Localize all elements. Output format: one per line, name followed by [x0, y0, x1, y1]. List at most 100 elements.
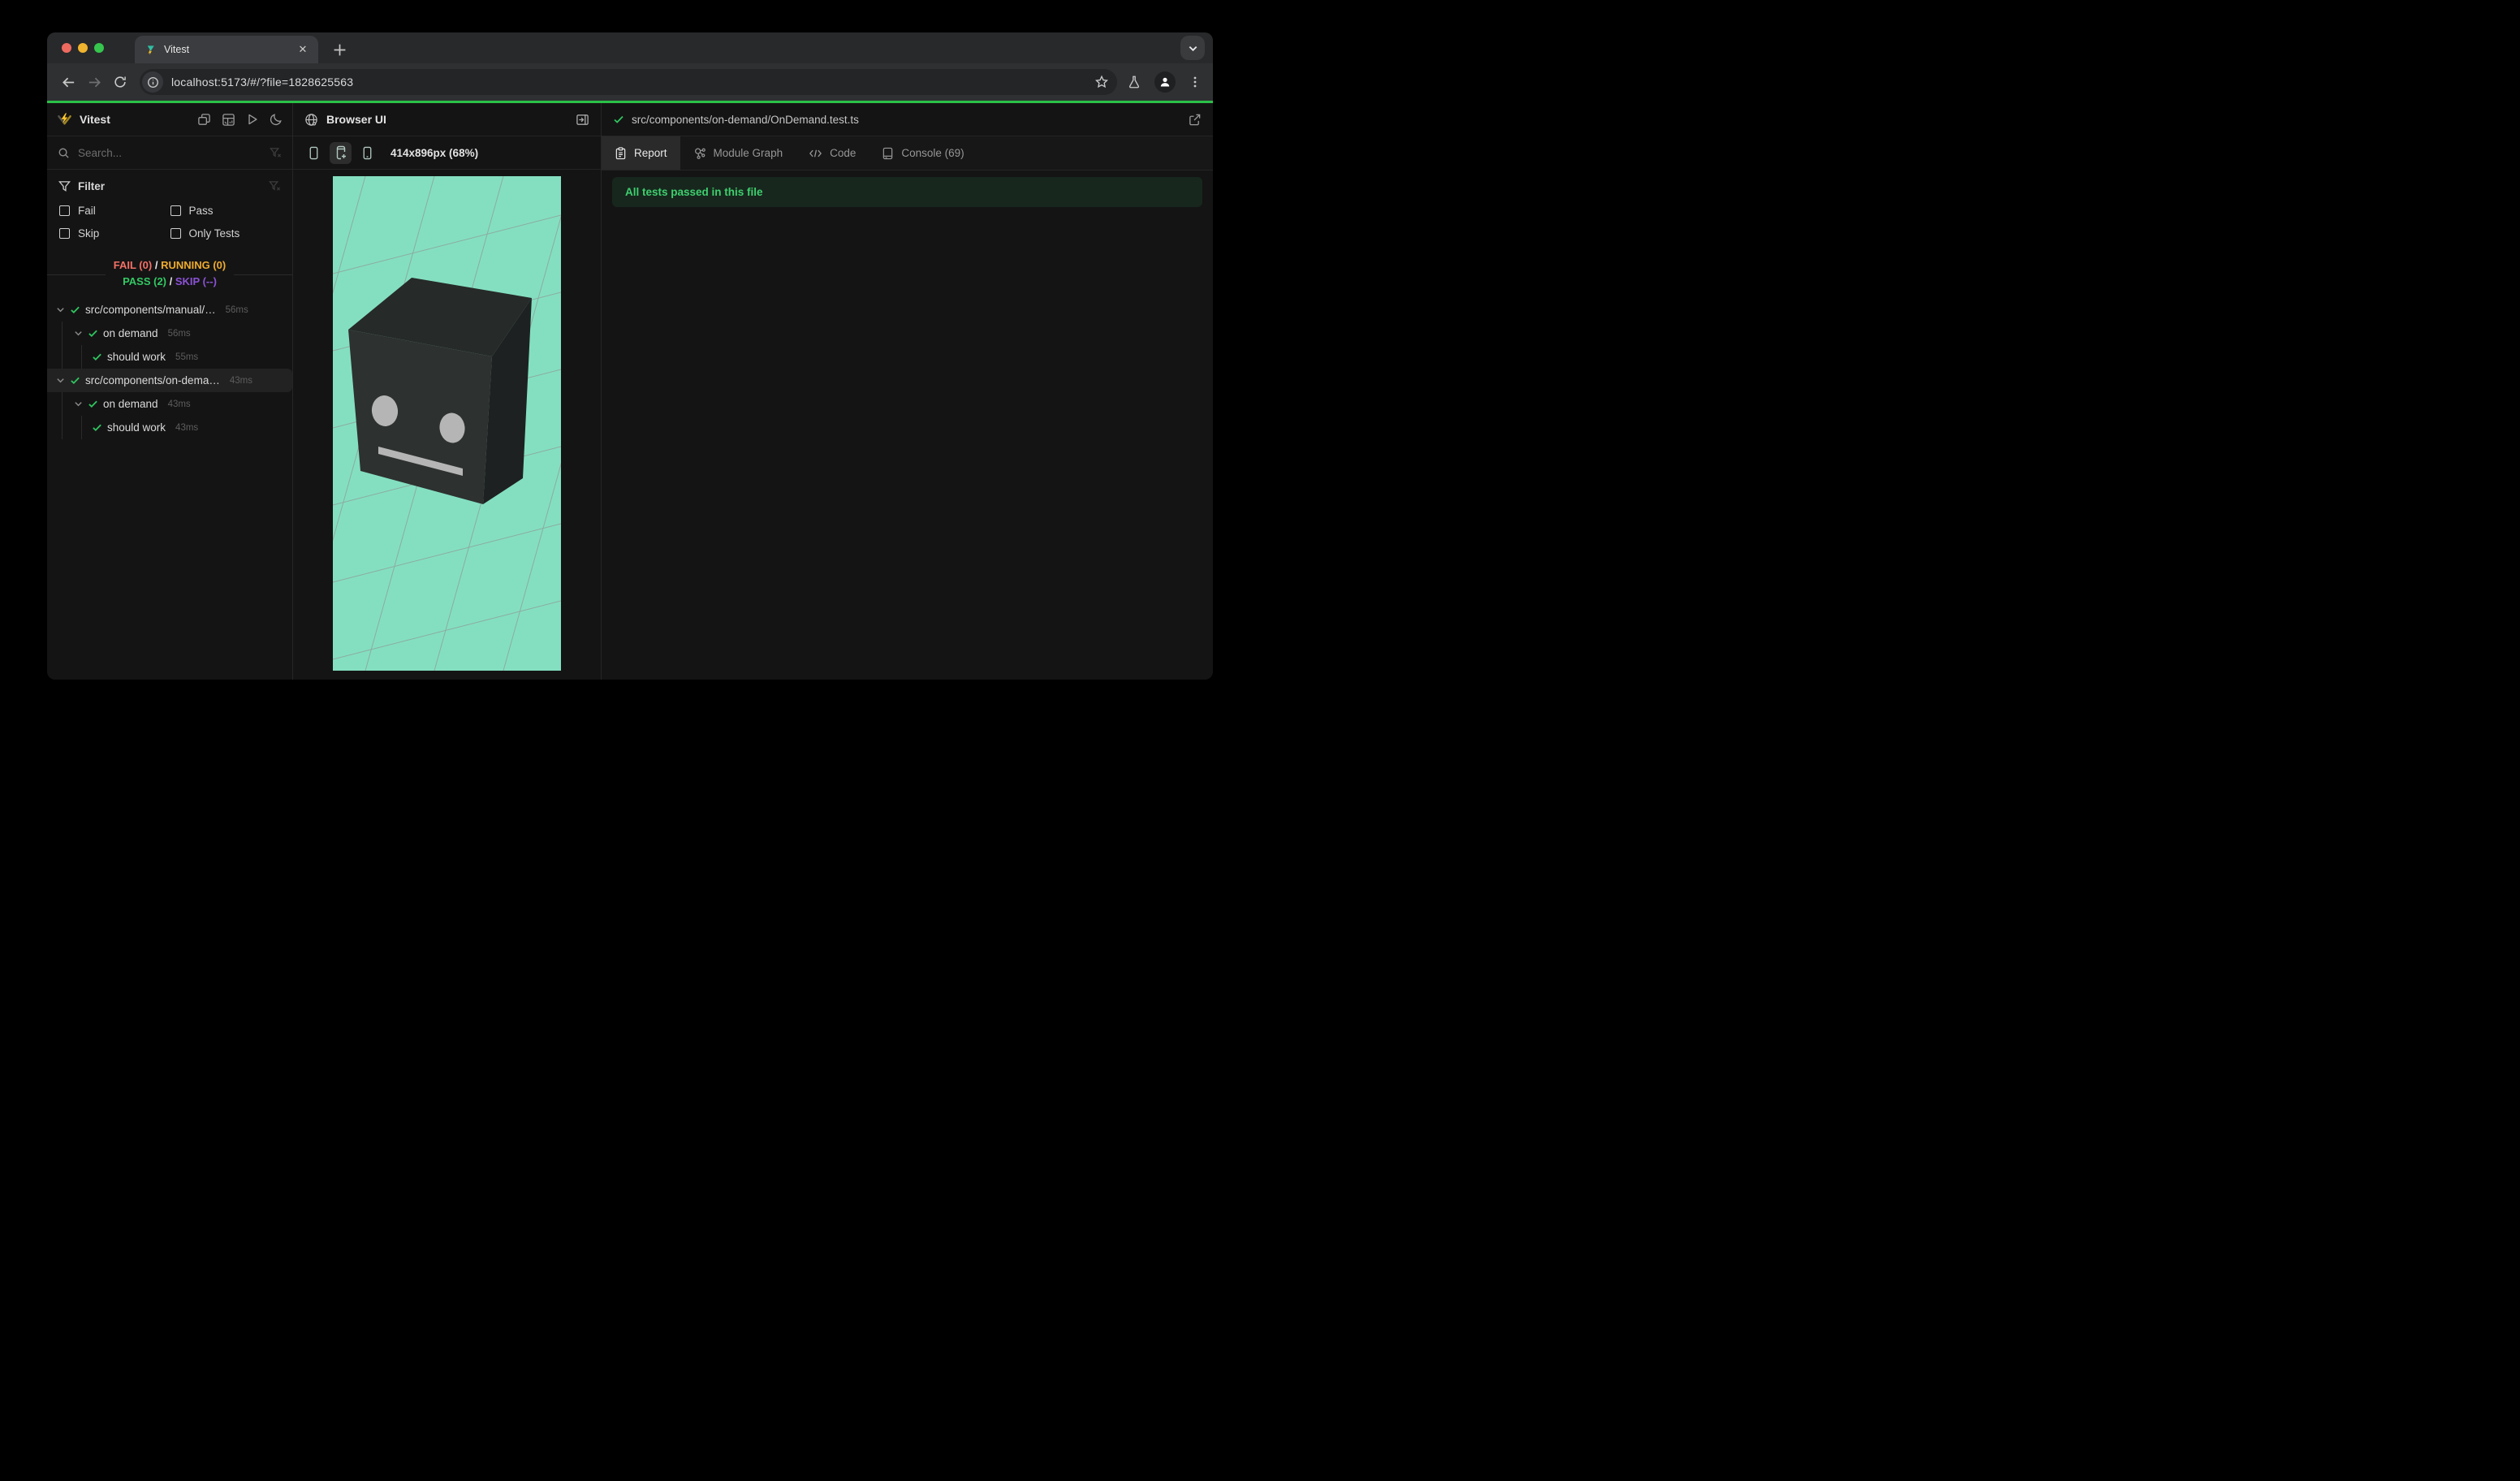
tab-report[interactable]: Report [602, 136, 680, 170]
pass-check-icon [92, 422, 102, 433]
app-title: Vitest [80, 113, 110, 126]
tab-search-chevron-button[interactable] [1180, 36, 1205, 60]
tree-test-row[interactable]: should work 43ms [47, 416, 292, 439]
forward-icon[interactable] [81, 69, 107, 95]
address-bar[interactable]: localhost:5173/#/?file=1828625563 [140, 69, 1117, 95]
globe-icon [304, 113, 318, 127]
duration-label: 43ms [229, 375, 252, 386]
search-bar [47, 136, 292, 170]
browser-ui-header: Browser UI [293, 103, 601, 136]
report-tabs: Report Module Graph Code Console (69) [602, 136, 1213, 171]
code-icon [809, 148, 822, 159]
all-tests-passed-banner: All tests passed in this file [612, 177, 1202, 207]
url-text[interactable]: localhost:5173/#/?file=1828625563 [171, 76, 1094, 89]
test-summary: FAIL (0) / RUNNING (0) PASS (2) / SKIP (… [47, 257, 292, 293]
reload-icon[interactable] [107, 69, 133, 95]
browser-ui-title: Browser UI [326, 113, 386, 126]
tab-console[interactable]: Console (69) [869, 136, 977, 170]
bookmark-star-icon[interactable] [1094, 75, 1109, 89]
robot-cube [348, 278, 532, 504]
clear-filter-icon[interactable] [270, 147, 282, 159]
pass-check-icon [613, 114, 624, 125]
dock-panel-right-icon[interactable] [576, 113, 589, 127]
browser-tab[interactable]: Vitest ✕ [135, 36, 318, 63]
profile-avatar[interactable] [1154, 71, 1176, 93]
back-icon[interactable] [55, 69, 81, 95]
duration-label: 43ms [167, 399, 191, 409]
viewport-size-label: 414x896px (68%) [391, 146, 479, 159]
tree-file-row[interactable]: src/components/manual/… 56ms [47, 298, 292, 322]
console-icon [882, 147, 894, 160]
indent-guide [62, 416, 63, 439]
filter-section: Filter Fail Pass Skip Only Tests [47, 170, 292, 246]
browser-menu-kebab-icon[interactable] [1189, 76, 1202, 89]
chevron-down-icon[interactable] [56, 376, 65, 385]
file-path: src/components/on-demand/OnDemand.test.t… [632, 113, 859, 126]
test-tree: src/components/manual/… 56ms on demand 5… [47, 293, 292, 680]
collapse-panels-icon[interactable] [197, 113, 211, 127]
dark-mode-moon-icon[interactable] [270, 113, 283, 126]
tab-code[interactable]: Code [796, 136, 869, 170]
pass-check-icon [92, 352, 102, 362]
vitest-sidebar: Vitest Search... Filter Fail Pass Skip O… [47, 103, 293, 680]
pass-check-icon [70, 304, 80, 315]
file-path-header: src/components/on-demand/OnDemand.test.t… [602, 103, 1213, 136]
tab-strip: Vitest ✕ [47, 32, 1213, 63]
new-tab-button[interactable] [328, 38, 351, 61]
indent-guide [81, 345, 82, 369]
duration-label: 56ms [167, 328, 191, 339]
duration-label: 55ms [175, 352, 199, 362]
sidebar-header: Vitest [47, 103, 292, 136]
fail-checkbox[interactable] [59, 205, 70, 216]
tree-suite-row[interactable]: on demand 43ms [47, 392, 292, 416]
search-input[interactable] [78, 146, 261, 159]
filter-option-fail[interactable]: Fail [59, 205, 170, 217]
report-panel: src/components/on-demand/OnDemand.test.t… [602, 103, 1213, 680]
chevron-down-icon[interactable] [56, 305, 65, 314]
mobile-device-icon[interactable] [303, 142, 325, 164]
tab-close-icon[interactable]: ✕ [296, 42, 310, 57]
module-graph-icon [693, 147, 706, 160]
summary-line-1: FAIL (0) / RUNNING (0) [113, 259, 227, 271]
vitest-logo-icon [57, 112, 72, 127]
open-external-icon[interactable] [1188, 113, 1202, 127]
pass-check-icon [70, 375, 80, 386]
run-all-play-icon[interactable] [246, 113, 259, 126]
clear-filter-icon[interactable] [269, 180, 281, 192]
pass-check-icon [88, 328, 98, 339]
tree-file-row-selected[interactable]: src/components/on-dema… 43ms [47, 369, 292, 392]
filter-option-skip[interactable]: Skip [59, 227, 170, 240]
indent-guide [62, 392, 63, 416]
only-tests-checkbox[interactable] [170, 228, 181, 239]
skip-checkbox[interactable] [59, 228, 70, 239]
tree-test-row[interactable]: should work 55ms [47, 345, 292, 369]
indent-guide [62, 322, 63, 345]
close-window-button[interactable] [62, 43, 71, 53]
chevron-down-icon[interactable] [74, 329, 83, 338]
traffic-lights [47, 32, 115, 63]
vitest-favicon-icon [145, 44, 157, 56]
duration-label: 43ms [175, 422, 199, 433]
minimize-window-button[interactable] [78, 43, 88, 53]
filter-option-pass[interactable]: Pass [170, 205, 282, 217]
dashboard-icon[interactable] [222, 113, 235, 127]
pass-check-icon [88, 399, 98, 409]
viewport-wrapper [293, 170, 601, 680]
tree-suite-row[interactable]: on demand 56ms [47, 322, 292, 345]
tab-title: Vitest [164, 44, 190, 55]
indent-guide [81, 416, 82, 439]
filter-title: Filter [78, 180, 106, 192]
site-info-icon[interactable] [142, 71, 163, 93]
experiments-flask-icon[interactable] [1127, 75, 1141, 89]
chevron-down-icon[interactable] [74, 399, 83, 408]
maximize-window-button[interactable] [94, 43, 104, 53]
duration-label: 56ms [225, 304, 248, 315]
summary-line-2: PASS (2) / SKIP (--) [123, 275, 217, 287]
mobile-add-device-icon[interactable] [330, 141, 352, 164]
pass-checkbox[interactable] [170, 205, 181, 216]
tab-module-graph[interactable]: Module Graph [680, 136, 796, 170]
mobile-small-device-icon[interactable] [356, 142, 378, 164]
filter-option-only-tests[interactable]: Only Tests [170, 227, 282, 240]
test-viewport[interactable] [333, 176, 561, 671]
device-toolbar: 414x896px (68%) [293, 136, 601, 170]
